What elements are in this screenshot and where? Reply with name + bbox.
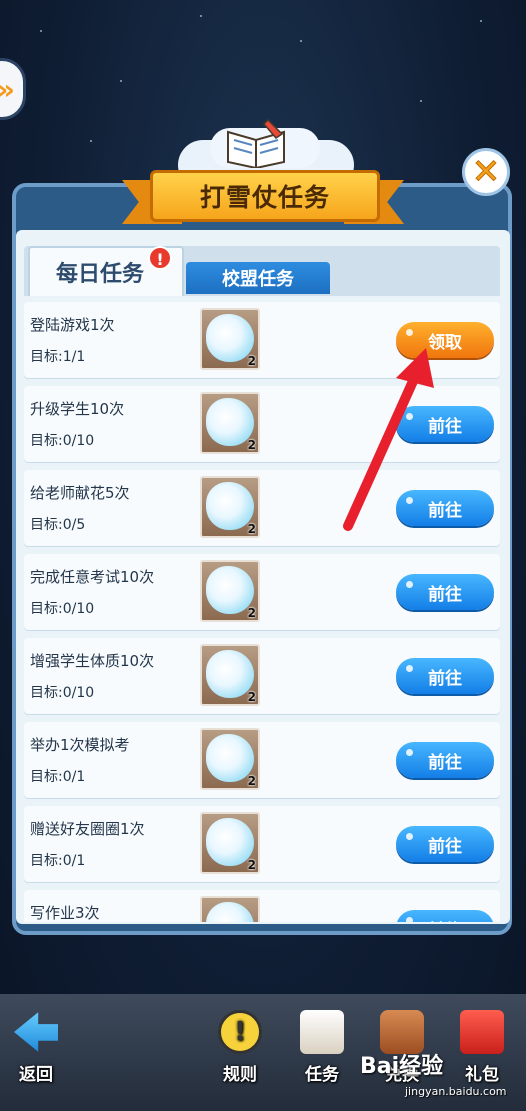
go-button[interactable]: 前往 bbox=[396, 910, 494, 922]
task-goal: 目标:0/5 bbox=[30, 517, 86, 533]
reward-item: 2 bbox=[200, 308, 260, 370]
close-button[interactable]: ✕ bbox=[462, 148, 510, 196]
tasks-nav-button[interactable]: 任务 bbox=[292, 1010, 352, 1085]
reward-item bbox=[200, 896, 260, 922]
task-row: 完成任意考试10次 目标:0/10 2 前往 bbox=[24, 554, 500, 630]
task-goal: 目标:0/1 bbox=[30, 769, 86, 785]
reward-quantity: 2 bbox=[247, 606, 256, 620]
task-goal: 目标:0/10 bbox=[30, 433, 95, 449]
reward-quantity: 2 bbox=[247, 690, 256, 704]
task-goal: 目标:0/10 bbox=[30, 601, 95, 617]
book-icon bbox=[300, 1010, 344, 1054]
snowball-icon bbox=[206, 902, 254, 922]
reward-item: 2 bbox=[200, 560, 260, 622]
dialog-title: 打雪仗任务 bbox=[199, 183, 330, 212]
go-button[interactable]: 前往 bbox=[396, 658, 494, 694]
gift-icon bbox=[460, 1010, 504, 1054]
back-arrow-icon bbox=[14, 1012, 58, 1052]
reward-item: 2 bbox=[200, 476, 260, 538]
gift-button[interactable]: 礼包 bbox=[452, 1010, 512, 1085]
tutorial-arrow-icon bbox=[343, 348, 434, 531]
task-goal: 目标:0/1 bbox=[30, 853, 86, 869]
open-book-icon bbox=[227, 118, 285, 168]
close-icon: ✕ bbox=[471, 152, 501, 193]
task-name: 给老师献花5次 bbox=[30, 484, 130, 502]
task-name: 登陆游戏1次 bbox=[30, 316, 115, 334]
watermark-brand: Bai经验 bbox=[360, 1054, 444, 1079]
alert-badge-icon: ! bbox=[148, 246, 172, 270]
task-name: 写作业3次 bbox=[30, 904, 100, 922]
tab-daily-label: 每日任务 bbox=[56, 262, 145, 287]
task-goal: 目标:0/10 bbox=[30, 685, 95, 701]
reward-quantity: 2 bbox=[247, 774, 256, 788]
reward-quantity: 2 bbox=[247, 858, 256, 872]
task-name: 赠送好友圈圈1次 bbox=[30, 820, 145, 838]
reward-quantity: 2 bbox=[247, 438, 256, 452]
reward-quantity: 2 bbox=[247, 522, 256, 536]
reward-item: 2 bbox=[200, 728, 260, 790]
task-name: 完成任意考试10次 bbox=[30, 568, 155, 586]
task-name: 增强学生体质10次 bbox=[30, 652, 155, 670]
tab-league-tasks[interactable]: 校盟任务 bbox=[186, 262, 330, 294]
back-button[interactable]: 返回 bbox=[6, 1010, 66, 1085]
go-button[interactable]: 前往 bbox=[396, 574, 494, 610]
go-button[interactable]: 前往 bbox=[396, 742, 494, 778]
dialog-title-ribbon: 打雪仗任务 bbox=[150, 170, 380, 222]
reward-item: 2 bbox=[200, 644, 260, 706]
rules-button[interactable]: ! 规则 bbox=[210, 1010, 270, 1085]
reward-item: 2 bbox=[200, 392, 260, 454]
task-row: 写作业3次 前往 bbox=[24, 890, 500, 922]
task-goal: 目标:1/1 bbox=[30, 349, 86, 365]
reward-quantity: 2 bbox=[247, 354, 256, 368]
task-row: 举办1次模拟考 目标:0/1 2 前往 bbox=[24, 722, 500, 798]
task-name: 举办1次模拟考 bbox=[30, 736, 130, 754]
watermark-url: jingyan.baidu.com bbox=[405, 1085, 507, 1098]
reward-item: 2 bbox=[200, 812, 260, 874]
task-row: 增强学生体质10次 目标:0/10 2 前往 bbox=[24, 638, 500, 714]
exclamation-icon: ! bbox=[218, 1010, 262, 1054]
task-row: 赠送好友圈圈1次 目标:0/1 2 前往 bbox=[24, 806, 500, 882]
tab-league-label: 校盟任务 bbox=[222, 269, 294, 290]
task-name: 升级学生10次 bbox=[30, 400, 125, 418]
go-button[interactable]: 前往 bbox=[396, 826, 494, 862]
